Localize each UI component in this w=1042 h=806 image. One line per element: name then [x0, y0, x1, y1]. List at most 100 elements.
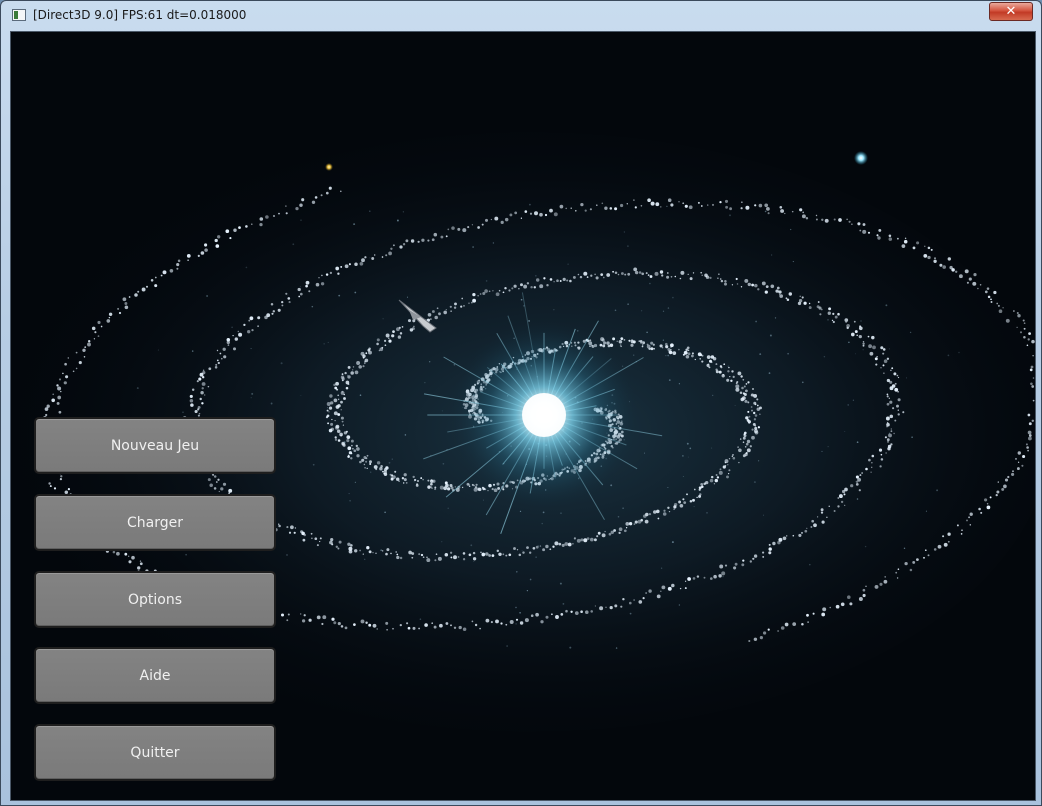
star-particle	[549, 208, 553, 213]
star-particle	[160, 274, 163, 277]
star-particle	[440, 235, 444, 239]
star-particle	[328, 186, 332, 190]
dust-particle	[413, 481, 415, 483]
title-bar[interactable]: [Direct3D 9.0] FPS:61 dt=0.018000 ✕	[1, 1, 1041, 31]
star-particle	[490, 218, 493, 221]
star-particle	[880, 346, 884, 350]
dust-particle	[515, 606, 517, 609]
star-particle	[877, 236, 881, 240]
dust-particle	[678, 383, 680, 385]
star-particle	[671, 583, 675, 588]
star-particle	[540, 620, 544, 624]
star-particle	[430, 482, 433, 486]
star-particle	[784, 622, 789, 627]
dust-particle	[864, 545, 867, 548]
star-particle	[513, 547, 516, 550]
dust-particle	[672, 296, 674, 299]
star-particle	[535, 278, 540, 282]
star-particle	[449, 483, 453, 488]
help-button[interactable]: Aide	[34, 647, 276, 704]
star-particle	[688, 205, 693, 210]
star-particle	[648, 347, 651, 351]
star-particle	[472, 557, 477, 561]
star-particle	[431, 238, 435, 242]
options-button[interactable]: Options	[34, 571, 276, 628]
star-particle	[505, 623, 508, 626]
star-particle	[229, 237, 232, 240]
game-viewport[interactable]: Nouveau Jeu Charger Options Aide Quitter	[10, 31, 1036, 801]
star-particle	[620, 272, 624, 275]
star-particle	[328, 406, 333, 410]
star-particle	[216, 349, 219, 352]
star-particle	[609, 343, 614, 348]
star-particle	[698, 488, 701, 491]
star-particle	[1027, 449, 1029, 452]
close-button[interactable]: ✕	[989, 2, 1033, 21]
star-particle	[710, 361, 713, 364]
star-particle	[656, 509, 660, 514]
dust-particle	[689, 447, 692, 450]
load-label: Charger	[127, 514, 183, 531]
star-particle	[368, 550, 372, 554]
star-particle	[648, 512, 652, 516]
star-particle	[868, 458, 871, 462]
star-particle	[749, 445, 752, 448]
star-particle	[807, 621, 809, 623]
star-particle	[280, 613, 285, 617]
star-particle	[549, 548, 552, 551]
star-particle	[634, 206, 637, 209]
star-particle	[679, 504, 684, 508]
star-particle	[889, 380, 893, 384]
star-particle	[732, 375, 735, 379]
dust-particle	[622, 507, 624, 509]
star-particle	[347, 454, 350, 457]
dust-particle	[562, 603, 565, 605]
star-particle	[747, 401, 750, 404]
star-particle	[803, 301, 807, 305]
dust-particle	[646, 331, 648, 334]
star-particle	[257, 316, 261, 320]
star-particle	[832, 312, 835, 315]
dust-particle	[391, 458, 393, 460]
star-particle	[315, 282, 320, 287]
star-particle	[687, 577, 691, 581]
dust-particle	[722, 575, 724, 578]
star-particle	[564, 542, 569, 546]
star-particle	[705, 275, 710, 279]
star-particle	[1019, 331, 1023, 334]
star-particle	[661, 585, 666, 590]
star-particle	[482, 291, 486, 296]
star-particle	[513, 284, 517, 288]
star-particle	[838, 494, 843, 499]
app-icon[interactable]	[12, 9, 26, 21]
star-particle	[851, 223, 853, 225]
dust-particle	[862, 349, 864, 351]
star-particle	[815, 214, 818, 217]
star-particle	[973, 273, 977, 277]
star-particle	[599, 606, 604, 611]
dust-particle	[380, 549, 383, 552]
star-particle	[207, 478, 211, 482]
dust-particle	[182, 411, 184, 413]
dust-particle	[526, 589, 529, 592]
star-particle	[433, 625, 437, 629]
dust-particle	[300, 395, 302, 396]
star-particle	[215, 363, 218, 366]
star-particle	[364, 466, 366, 469]
dust-particle	[821, 450, 823, 452]
dust-particle	[711, 447, 713, 449]
star-particle	[762, 555, 765, 558]
star-particle	[238, 332, 243, 337]
star-particle	[753, 554, 758, 558]
star-particle	[720, 366, 723, 369]
dust-particle	[764, 210, 767, 213]
star-particle	[731, 284, 734, 286]
star-particle	[649, 275, 653, 278]
star-particle	[724, 280, 727, 283]
load-button[interactable]: Charger	[34, 494, 276, 551]
star-particle	[893, 372, 897, 376]
star-particle	[870, 471, 872, 473]
star-particle	[589, 208, 592, 211]
quit-button[interactable]: Quitter	[34, 724, 276, 781]
new-game-button[interactable]: Nouveau Jeu	[34, 417, 276, 474]
